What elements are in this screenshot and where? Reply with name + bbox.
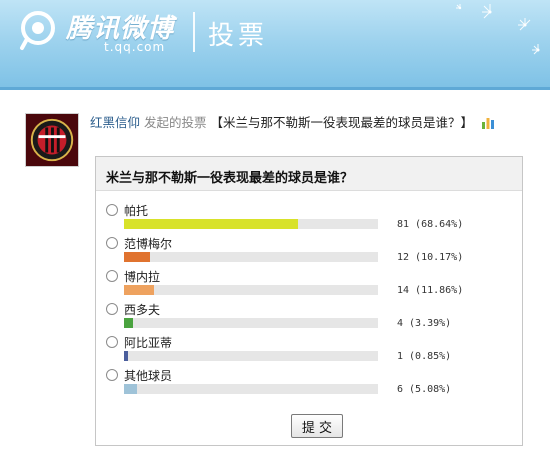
brand-domain: t.qq.com <box>104 40 166 54</box>
user-avatar[interactable] <box>25 113 79 167</box>
site-header: 腾讯微博 t.qq.com 投票 <box>0 0 550 90</box>
result-bar-track <box>124 219 378 229</box>
section-title: 投票 <box>208 21 269 51</box>
poll-option[interactable]: 阿比亚蒂 1 (0.85%) <box>96 334 522 366</box>
poll-author-link[interactable]: 红黑信仰 <box>90 115 140 130</box>
option-label: 博内拉 <box>124 270 161 284</box>
result-bar-track <box>124 252 378 262</box>
poll-option[interactable]: 西多夫 4 (3.39%) <box>96 301 522 333</box>
option-result: 4 (3.39%) <box>397 318 452 329</box>
submit-vote-button[interactable]: 提 交 <box>291 414 343 438</box>
option-label: 范博梅尔 <box>124 237 173 251</box>
option-radio[interactable] <box>106 237 118 249</box>
poll-option[interactable]: 博内拉 14 (11.86%) <box>96 268 522 300</box>
option-label: 西多夫 <box>124 303 161 317</box>
result-bar-fill <box>124 318 133 328</box>
result-bar-fill <box>124 285 155 295</box>
poll-option[interactable]: 帕托 81 (68.64%) <box>96 202 522 234</box>
result-bar-fill <box>124 252 150 262</box>
poll-header: 米兰与那不勒斯一役表现最差的球员是谁？ <box>96 157 522 191</box>
option-label: 其他球员 <box>124 369 173 383</box>
result-bar-track <box>124 384 378 394</box>
option-label: 帕托 <box>124 204 149 218</box>
poll-question: 米兰与那不勒斯一役表现最差的球员是谁？ <box>106 171 354 186</box>
poll-option[interactable]: 范博梅尔 12 (10.17%) <box>96 235 522 267</box>
option-result: 81 (68.64%) <box>397 219 464 230</box>
option-result: 14 (11.86%) <box>397 285 464 296</box>
result-bar-fill <box>124 384 137 394</box>
poll-option[interactable]: 其他球员 6 (5.08%) <box>96 367 522 399</box>
poll-action-text: 发起的投票 <box>144 115 207 130</box>
option-label: 阿比亚蒂 <box>124 336 173 350</box>
bar-chart-icon[interactable] <box>481 115 495 129</box>
option-radio[interactable] <box>106 369 118 381</box>
option-result: 1 (0.85%) <box>397 351 452 362</box>
poll-title-link[interactable]: 【米兰与那不勒斯一役表现最差的球员是谁？】 <box>211 115 474 130</box>
tencent-weibo-logo-icon <box>20 11 55 50</box>
option-result: 12 (10.17%) <box>397 252 464 263</box>
result-bar-track <box>124 285 378 295</box>
result-bar-fill <box>124 351 128 361</box>
header-divider <box>193 12 195 52</box>
poll-card: 米兰与那不勒斯一役表现最差的球员是谁？ 帕托 81 (68.64%) 范博梅尔 … <box>95 156 523 446</box>
option-radio[interactable] <box>106 336 118 348</box>
option-result: 6 (5.08%) <box>397 384 452 395</box>
result-bar-track <box>124 351 378 361</box>
result-bar-track <box>124 318 378 328</box>
option-radio[interactable] <box>106 303 118 315</box>
result-bar-fill <box>124 219 299 229</box>
poll-meta: 红黑信仰 发起的投票 【米兰与那不勒斯一役表现最差的球员是谁？】 <box>90 112 495 131</box>
dandelion-decoration-icon <box>456 4 540 55</box>
option-radio[interactable] <box>106 204 118 216</box>
option-radio[interactable] <box>106 270 118 282</box>
